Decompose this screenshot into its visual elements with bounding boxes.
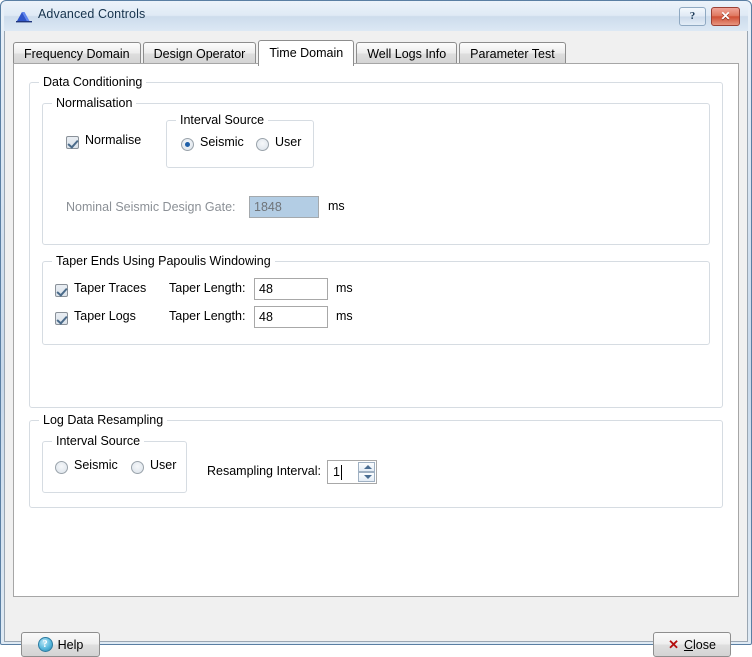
resampling-interval-label: Resampling Interval: xyxy=(207,464,321,478)
taper-logs-checkbox[interactable] xyxy=(55,312,68,325)
group-interval-source-normalisation: Interval Source Seismic User xyxy=(166,113,314,168)
titlebar-help-button[interactable]: ? xyxy=(679,7,706,26)
group-taper-ends: Taper Ends Using Papoulis Windowing Tape… xyxy=(42,254,710,345)
tab-label: Design Operator xyxy=(153,47,246,61)
taper-traces-length-input[interactable]: 48 xyxy=(254,278,328,300)
titlebar-close-button[interactable]: ✕ xyxy=(711,7,740,26)
nominal-gate-input[interactable]: 1848 xyxy=(249,196,319,218)
taper-traces-checkbox[interactable] xyxy=(55,284,68,297)
radio-interval-source-seismic[interactable] xyxy=(181,138,194,151)
text-caret xyxy=(341,465,342,480)
group-legend: Interval Source xyxy=(52,434,145,448)
tab-frequency-domain[interactable]: Frequency Domain xyxy=(13,42,141,65)
window-title: Advanced Controls xyxy=(38,7,146,21)
nominal-gate-unit: ms xyxy=(328,199,345,213)
advanced-controls-window: Advanced Controls ? ✕ Frequency Domain De… xyxy=(0,0,752,657)
group-interval-source-resampling: Interval Source Seismic User xyxy=(42,434,187,493)
group-legend: Data Conditioning xyxy=(39,75,147,89)
group-data-conditioning: Data Conditioning Normalisation Normalis… xyxy=(29,75,723,408)
resampling-interval-value[interactable]: 1 xyxy=(328,461,358,483)
app-mountain-icon xyxy=(16,12,32,23)
tab-well-logs-info[interactable]: Well Logs Info xyxy=(356,42,458,65)
tab-design-operator[interactable]: Design Operator xyxy=(142,42,257,65)
taper-logs-checkbox-label[interactable]: Taper Logs xyxy=(74,309,136,323)
group-legend: Taper Ends Using Papoulis Windowing xyxy=(52,254,275,268)
radio-resampling-source-user[interactable] xyxy=(131,461,144,474)
spinner-up-button[interactable] xyxy=(358,462,375,472)
tab-label: Time Domain xyxy=(269,46,344,60)
spinner-down-button[interactable] xyxy=(358,472,375,482)
radio-label-user[interactable]: User xyxy=(275,135,301,149)
tab-label: Parameter Test xyxy=(470,47,555,61)
group-legend: Interval Source xyxy=(176,113,269,127)
tab-parameter-test[interactable]: Parameter Test xyxy=(459,42,566,65)
group-normalisation: Normalisation Normalise Interval Source … xyxy=(42,96,710,245)
tab-time-domain[interactable]: Time Domain xyxy=(258,40,355,66)
title-bar[interactable]: Advanced Controls ? ✕ xyxy=(4,1,748,31)
radio-interval-source-user[interactable] xyxy=(256,138,269,151)
taper-traces-length-unit: ms xyxy=(336,281,353,295)
group-legend: Normalisation xyxy=(52,96,137,110)
group-legend: Log Data Resampling xyxy=(39,413,168,427)
taper-traces-length-label: Taper Length: xyxy=(169,281,246,295)
normalise-checkbox-label[interactable]: Normalise xyxy=(85,133,141,147)
tab-strip: Frequency Domain Design Operator Time Doma… xyxy=(13,40,568,66)
normalise-checkbox[interactable] xyxy=(66,136,79,149)
radio-label-seismic[interactable]: Seismic xyxy=(74,458,118,472)
radio-label-seismic[interactable]: Seismic xyxy=(200,135,244,149)
radio-label-user[interactable]: User xyxy=(150,458,176,472)
close-icon: ✕ xyxy=(720,9,731,23)
radio-resampling-source-seismic[interactable] xyxy=(55,461,68,474)
taper-traces-checkbox-label[interactable]: Taper Traces xyxy=(74,281,146,295)
tab-label: Frequency Domain xyxy=(24,47,130,61)
taper-logs-length-label: Taper Length: xyxy=(169,309,246,323)
titlebar-help-icon: ? xyxy=(689,10,696,22)
time-domain-panel: Data Conditioning Normalisation Normalis… xyxy=(13,63,739,597)
taper-logs-length-unit: ms xyxy=(336,309,353,323)
tab-label: Well Logs Info xyxy=(367,47,447,61)
nominal-gate-label: Nominal Seismic Design Gate: xyxy=(66,200,236,214)
resampling-interval-spinner[interactable]: 1 xyxy=(327,460,377,484)
taper-logs-length-input[interactable]: 48 xyxy=(254,306,328,328)
client-area: Frequency Domain Design Operator Time Doma… xyxy=(4,31,748,657)
